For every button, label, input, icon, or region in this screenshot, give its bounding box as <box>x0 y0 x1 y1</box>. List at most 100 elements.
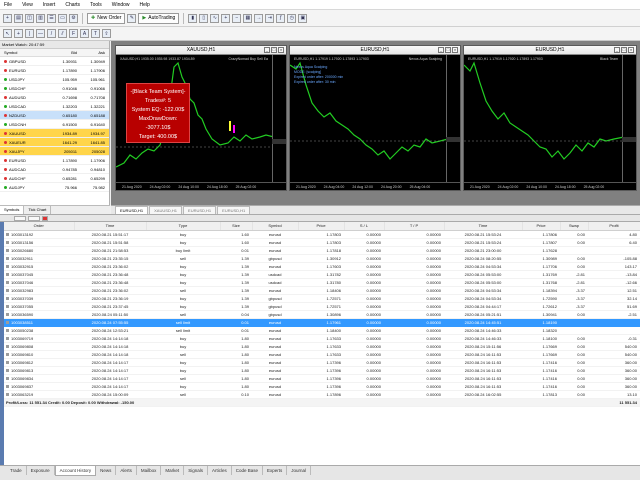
terminal-icon[interactable]: ▭ <box>58 13 67 23</box>
horizontal-line-icon[interactable]: ― <box>36 29 45 38</box>
price-scale[interactable] <box>446 55 460 182</box>
tab-code-base[interactable]: Code Base <box>232 466 263 475</box>
new-order-button[interactable]: ✚ New Order <box>87 12 126 24</box>
menu-item-file[interactable]: File <box>4 2 12 8</box>
new-chart-icon[interactable]: + <box>3 13 12 23</box>
column-ask[interactable]: Ask <box>80 50 108 55</box>
column-header[interactable]: Swap <box>560 222 589 231</box>
line-chart-icon[interactable]: ∿ <box>210 13 220 23</box>
tab-news[interactable]: News <box>96 466 117 475</box>
close-icon[interactable]: × <box>452 47 458 53</box>
label-icon[interactable]: T <box>91 29 100 38</box>
market-watch-row[interactable]: XAUJPY 205011 205028 <box>0 147 109 156</box>
minimize-icon[interactable]: _ <box>614 47 620 53</box>
minimize-icon[interactable]: _ <box>438 47 444 53</box>
table-row[interactable]: 1003069813 2020.08.24 14:14:17 buy 1.80 euru… <box>4 366 640 375</box>
table-row[interactable]: 1003013156 2020.08.21 15:51:58 buy 1.60 euru… <box>4 238 640 247</box>
market-watch-row[interactable]: USDCNH 6.91500 6.91640 <box>0 120 109 129</box>
table-row[interactable]: 1003038511 2020.08.24 07:55:55 sell limit 0… <box>4 318 640 327</box>
metaeditor-icon[interactable]: ✎ <box>127 13 137 23</box>
indicators-icon[interactable]: ƒ <box>276 13 286 23</box>
tab-alerts[interactable]: Alerts <box>116 466 137 475</box>
crosshair-icon[interactable]: + <box>14 29 23 38</box>
maximize-icon[interactable]: □ <box>271 47 277 53</box>
tab-tick-chart[interactable]: Tick Chart <box>24 206 52 214</box>
column-header[interactable]: Symbol <box>252 222 299 231</box>
tile-windows-icon[interactable]: ▦ <box>243 13 253 23</box>
column-header[interactable]: Price <box>522 222 561 231</box>
navigator-icon[interactable]: ☰ <box>47 13 56 23</box>
table-row[interactable]: 1003069808 2020.08.24 14:14:18 buy 1.80 euru… <box>4 342 640 351</box>
tab-symbols[interactable]: Symbols <box>0 206 25 214</box>
autoscroll-icon[interactable]: → <box>254 13 264 23</box>
price-scale[interactable] <box>272 55 286 182</box>
market-watch-row[interactable]: NZDUSD 0.65180 0.65188 <box>0 111 109 120</box>
chart-window-xauusd[interactable]: XAUUSD,H1 _ □ × XAUUSD,H1 1935.00 1935.98 … <box>115 45 287 191</box>
table-row[interactable]: 1003026680 2020.08.21 21:58:53 buy limit 0.… <box>4 246 640 255</box>
table-row[interactable]: 1003063219 2020.08.24 15:00:09 sell 0.10 eur… <box>4 390 640 399</box>
channel-icon[interactable]: ⫽ <box>58 29 67 38</box>
zoom-in-icon[interactable]: + <box>221 13 231 23</box>
table-row[interactable]: 1003050238 2020.08.24 12:53:21 sell limit 0… <box>4 326 640 335</box>
column-header[interactable]: Order <box>4 222 75 231</box>
zoom-out-icon[interactable]: − <box>232 13 242 23</box>
auto-trading-button[interactable]: ▶ AutoTrading <box>138 12 180 24</box>
profiles-icon[interactable]: ▤ <box>14 13 23 23</box>
column-header[interactable]: Time <box>444 222 523 231</box>
table-row[interactable]: 1003036590 2020.08.24 05:11:50 sell 0.04 gbp… <box>4 310 640 319</box>
tab-mailbox[interactable]: Mailbox <box>137 466 162 475</box>
table-row[interactable]: 1003013192 2020.08.21 15:51:17 buy 1.60 euru… <box>4 230 640 239</box>
price-scale[interactable] <box>622 55 636 182</box>
market-watch-row[interactable]: GBPUSD 1.30931 1.30949 <box>0 57 109 66</box>
column-header[interactable]: Size <box>220 222 253 231</box>
column-header[interactable]: T / P <box>384 222 445 231</box>
menu-item-window[interactable]: Window <box>112 2 130 8</box>
tab-signals[interactable]: Signals <box>184 466 208 475</box>
arrows-icon[interactable]: ⇧ <box>102 29 111 38</box>
column-header[interactable]: Price <box>298 222 345 231</box>
table-row[interactable]: 1003069834 2020.08.24 14:14:17 sell 1.80 eur… <box>4 374 640 383</box>
chart-canvas[interactable]: EURUSD,H1 1.17919 1.17920 1.17893 1.1790… <box>290 55 460 182</box>
text-icon[interactable]: A <box>80 29 89 38</box>
table-row[interactable]: 1003069837 2020.08.24 14:14:17 buy 1.80 euru… <box>4 382 640 391</box>
close-terminal-icon[interactable] <box>42 215 48 221</box>
tab-articles[interactable]: Articles <box>208 466 232 475</box>
close-icon[interactable]: × <box>628 47 634 53</box>
periods-icon[interactable]: ◷ <box>287 13 297 23</box>
tab-account-history[interactable]: Account History <box>54 466 97 476</box>
chart-shift-icon[interactable]: ⇥ <box>265 13 275 23</box>
fibonacci-icon[interactable]: F <box>69 29 78 38</box>
chart-canvas[interactable]: XAUUSD,H1 1935.00 1935.98 1933.87 1934.8… <box>116 55 286 182</box>
market-watch-row[interactable]: USDCHF 0.91046 0.91066 <box>0 84 109 93</box>
table-row[interactable]: 1003032983 2020.08.21 23:36:02 sell 1.39 eur… <box>4 286 640 295</box>
column-header[interactable]: S / L <box>344 222 385 231</box>
column-symbol[interactable]: Symbol <box>0 50 52 55</box>
data-window-icon[interactable]: ▥ <box>36 13 45 23</box>
tab-journal[interactable]: Journal <box>287 466 312 475</box>
market-watch-row[interactable]: XAUUSD 1934.89 1934.97 <box>0 129 109 138</box>
table-row[interactable]: 1003069719 2020.08.24 14:14:18 buy 1.80 euru… <box>4 334 640 343</box>
tab-exposure[interactable]: Exposure <box>27 466 55 475</box>
market-watch-row[interactable]: AUDJPY 75.966 75.982 <box>0 183 109 192</box>
column-bid[interactable]: Bid <box>52 50 80 55</box>
tester-icon[interactable]: ⚙ <box>69 13 78 23</box>
market-watch-row[interactable]: EURUSD 1.17890 1.17906 <box>0 66 109 75</box>
maximize-icon[interactable]: □ <box>445 47 451 53</box>
table-row[interactable]: 1003069810 2020.08.24 14:14:18 sell 1.80 eur… <box>4 350 640 359</box>
vertical-line-icon[interactable]: | <box>25 29 34 38</box>
market-watch-row[interactable]: AUDCAD 0.94785 0.94810 <box>0 165 109 174</box>
column-header[interactable]: Type <box>146 222 221 231</box>
maximize-icon[interactable]: □ <box>621 47 627 53</box>
menu-item-charts[interactable]: Charts <box>65 2 80 8</box>
table-row[interactable]: 1003032915 2020.08.21 23:36:02 buy 1.39 euru… <box>4 262 640 271</box>
candlestick-icon[interactable]: ▯ <box>199 13 209 23</box>
cursor-icon[interactable]: ↖ <box>3 29 12 38</box>
templates-icon[interactable]: ▣ <box>298 13 308 23</box>
chart-canvas[interactable]: EURUSD,H1 1.17919 1.17920 1.17893 1.1790… <box>464 55 636 182</box>
tab-trade[interactable]: Trade <box>6 466 27 475</box>
minimize-icon[interactable]: _ <box>264 47 270 53</box>
menu-item-help[interactable]: Help <box>140 2 150 8</box>
menu-item-view[interactable]: View <box>22 2 33 8</box>
market-watch-row[interactable]: USDJPY 105.959 105.961 <box>0 75 109 84</box>
table-row[interactable]: 1003037039 2020.08.21 23:36:19 buy 1.39 gbpu… <box>4 294 640 303</box>
